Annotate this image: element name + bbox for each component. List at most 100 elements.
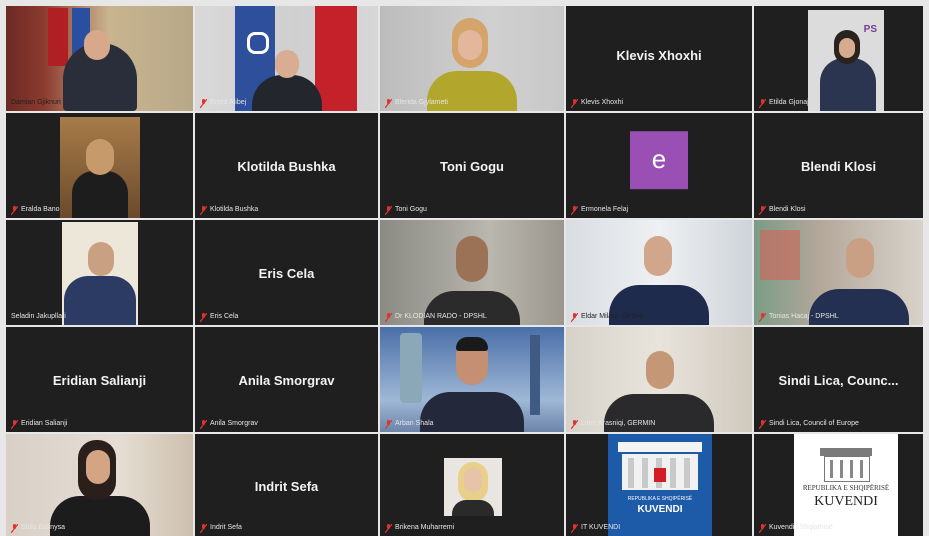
participant-caption: Lirim Krasniqi, GERMIN: [571, 418, 655, 430]
participant-caption: Toni Gogu: [385, 204, 427, 216]
participant-name: Sindi Lica, Counc...: [778, 373, 899, 389]
participant-caption: Eralda Bano: [11, 204, 60, 216]
participant-tile[interactable]: REPUBLIKA E SHQIPËRISË KUVENDI Kuvendi i…: [754, 434, 923, 536]
mic-muted-icon: [385, 98, 392, 108]
logo-line2: KUVENDI: [637, 504, 683, 515]
video-grid: Damian Gjiknuri Erisld Alibej Blerida Gj…: [0, 0, 929, 536]
participant-tile[interactable]: REPUBLIKA E SHQIPËRISË KUVENDI IT KUVEND…: [566, 434, 752, 536]
video-feed: [6, 6, 193, 111]
mic-muted-icon: [200, 205, 207, 215]
participant-tile[interactable]: PS Etilda Gjonaj: [754, 6, 923, 111]
participant-tile[interactable]: Sindi Lica, Counc... Sindi Lica, Council…: [754, 327, 923, 432]
participant-tile[interactable]: Blerida Gjylameti: [380, 6, 564, 111]
participant-tile[interactable]: Klotilda Bushka Klotilda Bushka: [195, 113, 378, 218]
video-feed: [754, 220, 923, 325]
participant-tile[interactable]: Eridian Salianji Eridian Salianji: [6, 327, 193, 432]
mic-muted-icon: [759, 312, 766, 322]
participant-name: Klevis Xhoxhi: [616, 48, 702, 63]
participant-tile[interactable]: Toni Gogu Toni Gogu: [380, 113, 564, 218]
video-feed: [380, 327, 564, 432]
mic-muted-icon: [200, 419, 207, 429]
participant-tile[interactable]: Blendi Klosi Blendi Klosi: [754, 113, 923, 218]
mic-muted-icon: [759, 205, 766, 215]
video-feed: [380, 220, 564, 325]
participant-tile[interactable]: Shila Balinysa: [6, 434, 193, 536]
mic-muted-icon: [571, 205, 578, 215]
participant-caption: IT KUVENDI: [571, 522, 620, 534]
video-feed: [566, 327, 752, 432]
participant-caption: Eldar Milaqi- DPSHL: [571, 311, 645, 323]
participant-tile[interactable]: Damian Gjiknuri: [6, 6, 193, 111]
participant-caption: Kuvendi i Shqipërisë: [759, 522, 833, 534]
mic-muted-icon: [571, 312, 578, 322]
participant-caption: Blendi Klosi: [759, 204, 806, 216]
mic-muted-icon: [571, 419, 578, 429]
participant-caption: Ermonela Felaj: [571, 204, 628, 216]
parliament-logo: REPUBLIKA E SHQIPËRISË KUVENDI: [794, 434, 898, 536]
participant-name: Indrit Sefa: [254, 478, 319, 494]
participant-caption: Erisld Alibej: [200, 97, 246, 109]
participant-caption: Indrit Sefa: [200, 522, 242, 534]
participant-caption: Dr KLODIAN RADO - DPSHL: [385, 311, 487, 323]
participant-tile[interactable]: Brikena Muharremi: [380, 434, 564, 536]
participant-name: Toni Gogu: [439, 159, 505, 175]
mic-muted-icon: [385, 419, 392, 429]
participant-caption: Klevis Xhoxhi: [571, 97, 623, 109]
video-feed: [6, 434, 193, 536]
participant-caption: Klotilda Bushka: [200, 204, 258, 216]
logo-line1: REPUBLIKA E SHQIPËRISË: [802, 484, 890, 492]
participant-tile[interactable]: Klevis Xhoxhi Klevis Xhoxhi: [566, 6, 752, 111]
mic-muted-icon: [759, 523, 766, 533]
participant-caption: Damian Gjiknuri: [11, 99, 61, 106]
mic-muted-icon: [200, 98, 207, 108]
participant-caption: Tonias Hacaj - DPSHL: [759, 311, 839, 323]
mic-muted-icon: [200, 523, 207, 533]
participant-caption: Eridian Salianji: [11, 418, 67, 430]
participant-name: Blendi Klosi: [800, 159, 877, 175]
participant-caption: Brikena Muharremi: [385, 522, 454, 534]
mic-muted-icon: [200, 312, 207, 322]
participant-tile[interactable]: Arban Shala: [380, 327, 564, 432]
participant-caption: Shila Balinysa: [11, 522, 65, 534]
parliament-logo: REPUBLIKA E SHQIPËRISË KUVENDI: [608, 434, 712, 536]
video-feed: [754, 6, 923, 111]
participant-caption: Arban Shala: [385, 418, 434, 430]
participant-tile[interactable]: Anila Smorgrav Anila Smorgrav: [195, 327, 378, 432]
participant-tile[interactable]: Tonias Hacaj - DPSHL: [754, 220, 923, 325]
participant-name: Klotilda Bushka: [237, 159, 336, 175]
mic-muted-icon: [11, 523, 18, 533]
participant-caption: Anila Smorgrav: [200, 418, 258, 430]
participant-tile[interactable]: Erisld Alibej: [195, 6, 378, 111]
party-logo: PS: [863, 24, 877, 35]
video-feed: [380, 6, 564, 111]
avatar: e: [630, 130, 688, 189]
video-feed: [6, 220, 193, 325]
participant-tile[interactable]: Dr KLODIAN RADO - DPSHL: [380, 220, 564, 325]
participant-caption: Seladin Jakupllari: [11, 313, 66, 320]
mic-muted-icon: [571, 523, 578, 533]
participant-name: Eridian Salianji: [52, 373, 147, 389]
participant-tile[interactable]: Lirim Krasniqi, GERMIN: [566, 327, 752, 432]
participant-caption: Blerida Gjylameti: [385, 97, 448, 109]
participant-caption: Etilda Gjonaj: [759, 97, 809, 109]
participant-name: Eris Cela: [258, 266, 315, 282]
participant-caption: Eris Cela: [200, 311, 238, 323]
participant-tile[interactable]: Eldar Milaqi- DPSHL: [566, 220, 752, 325]
mic-muted-icon: [385, 523, 392, 533]
participant-tile[interactable]: Eris Cela Eris Cela: [195, 220, 378, 325]
mic-muted-icon: [385, 312, 392, 322]
mic-muted-icon: [11, 419, 18, 429]
participant-tile[interactable]: e Ermonela Felaj: [566, 113, 752, 218]
video-feed: [6, 113, 193, 218]
participant-caption: Sindi Lica, Council of Europe: [759, 418, 859, 430]
mic-muted-icon: [571, 98, 578, 108]
participant-tile[interactable]: Seladin Jakupllari: [6, 220, 193, 325]
participant-tile[interactable]: Indrit Sefa Indrit Sefa: [195, 434, 378, 536]
participant-tile[interactable]: Eralda Bano: [6, 113, 193, 218]
logo-line1: REPUBLIKA E SHQIPËRISË: [627, 496, 693, 502]
mic-muted-icon: [385, 205, 392, 215]
video-feed: [566, 220, 752, 325]
participant-name: Anila Smorgrav: [238, 373, 335, 389]
logo-line2: KUVENDI: [814, 494, 878, 509]
mic-muted-icon: [11, 205, 18, 215]
